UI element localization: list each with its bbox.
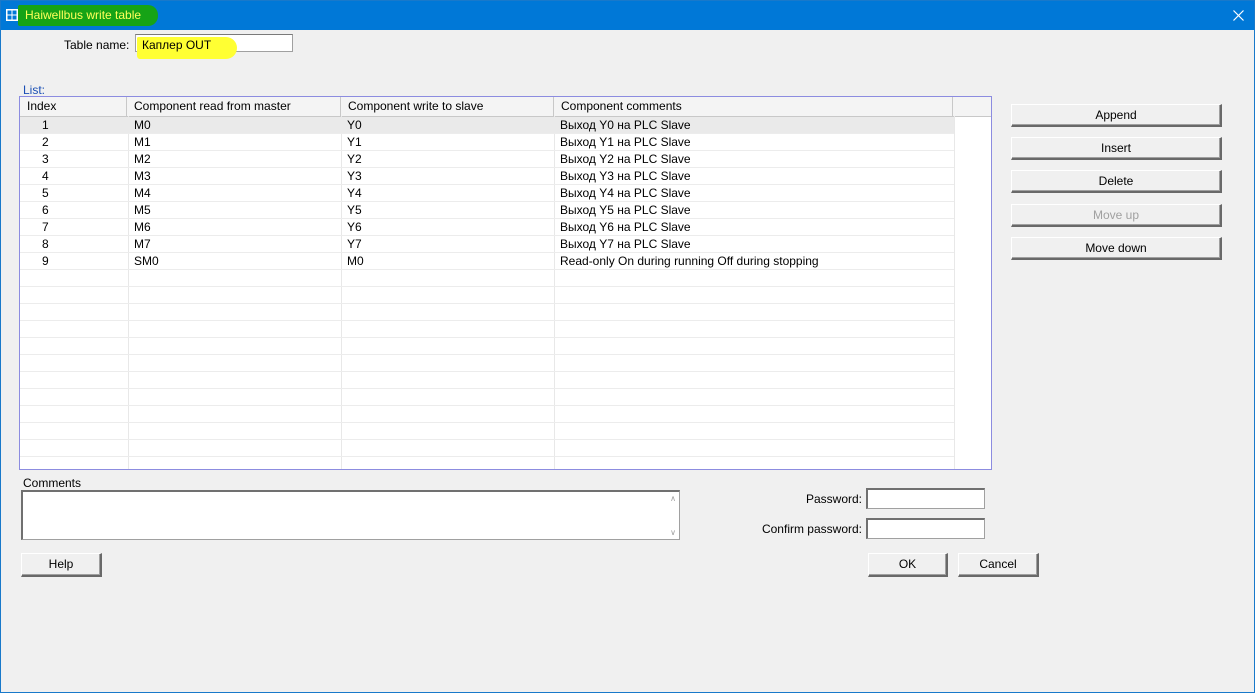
move-down-button-label: Move down xyxy=(1085,241,1147,255)
table-row[interactable]: 4 M3 Y3 Выход Y3 на PLC Slave xyxy=(20,168,954,185)
list-label: List: xyxy=(23,83,46,97)
cell-read: M2 xyxy=(134,152,151,166)
cell-write: Y0 xyxy=(347,118,362,132)
table-row[interactable]: 2 M1 Y1 Выход Y1 на PLC Slave xyxy=(20,134,954,151)
cancel-button-label: Cancel xyxy=(979,557,1017,571)
cell-comment: Выход Y2 на PLC Slave xyxy=(560,152,691,166)
table-name-value: Каплер OUT xyxy=(142,38,212,52)
insert-button-label: Insert xyxy=(1100,141,1131,155)
column-header-filler xyxy=(953,97,991,116)
cell-read: M3 xyxy=(134,169,151,183)
cell-comment: Read-only On during running Off during s… xyxy=(560,254,819,268)
cell-write: M0 xyxy=(347,254,364,268)
empty-table-row[interactable] xyxy=(20,304,954,321)
table-row[interactable]: 8 M7 Y7 Выход Y7 на PLC Slave xyxy=(20,236,954,253)
move-down-button[interactable]: Move down xyxy=(1011,237,1222,260)
cell-comment: Выход Y3 на PLC Slave xyxy=(560,169,691,183)
cell-index: 2 xyxy=(42,135,49,149)
move-up-button-label: Move up xyxy=(1092,208,1140,222)
cell-read: M4 xyxy=(134,186,151,200)
table-row[interactable]: 1 M0 Y0 Выход Y0 на PLC Slave xyxy=(20,117,954,134)
append-button-label: Append xyxy=(1095,108,1137,122)
title-bar: Haiwellbus write table xyxy=(0,0,1255,30)
cell-comment: Выход Y7 на PLC Slave xyxy=(560,237,691,251)
empty-table-row[interactable] xyxy=(20,440,954,457)
cell-index: 8 xyxy=(42,237,49,251)
cancel-button[interactable]: Cancel xyxy=(958,553,1039,577)
table-row[interactable]: 3 M2 Y2 Выход Y2 на PLC Slave xyxy=(20,151,954,168)
confirm-password-label: Confirm password: xyxy=(761,522,862,536)
cell-read: SM0 xyxy=(134,254,159,268)
cell-write: Y3 xyxy=(347,169,362,183)
insert-button[interactable]: Insert xyxy=(1011,137,1222,160)
password-label: Password: xyxy=(805,492,862,506)
table-name-label: Table name: xyxy=(64,38,130,52)
empty-table-row[interactable] xyxy=(20,321,954,338)
cell-comment: Выход Y5 на PLC Slave xyxy=(560,203,691,217)
cell-index: 6 xyxy=(42,203,49,217)
ok-button[interactable]: OK xyxy=(868,553,948,577)
column-header-write[interactable]: Component write to slave xyxy=(341,97,554,116)
append-button[interactable]: Append xyxy=(1011,104,1222,127)
cell-write: Y7 xyxy=(347,237,362,251)
password-field[interactable] xyxy=(866,488,985,509)
app-icon xyxy=(6,9,18,21)
ok-button-label: OK xyxy=(898,557,917,571)
empty-table-row[interactable] xyxy=(20,270,954,287)
cell-comment: Выход Y4 на PLC Slave xyxy=(560,186,691,200)
delete-button[interactable]: Delete xyxy=(1011,170,1222,193)
cell-write: Y1 xyxy=(347,135,362,149)
confirm-password-field[interactable] xyxy=(866,518,985,539)
empty-table-row[interactable] xyxy=(20,338,954,355)
empty-table-row[interactable] xyxy=(20,423,954,440)
empty-table-row[interactable] xyxy=(20,457,954,469)
table-row[interactable]: 9 SM0 M0 Read-only On during running Off du… xyxy=(20,253,954,270)
cell-read: M7 xyxy=(134,237,151,251)
column-divider xyxy=(954,116,955,469)
cell-read: M0 xyxy=(134,118,151,132)
scroll-down-icon[interactable]: ∨ xyxy=(670,528,676,537)
cell-write: Y4 xyxy=(347,186,362,200)
empty-table-row[interactable] xyxy=(20,372,954,389)
empty-table-row[interactable] xyxy=(20,287,954,304)
column-header-comments[interactable]: Component comments xyxy=(554,97,953,116)
close-button[interactable] xyxy=(1221,0,1255,30)
cell-index: 1 xyxy=(42,118,49,132)
comments-textarea[interactable]: ∧ ∨ xyxy=(21,490,680,540)
cell-write: Y2 xyxy=(347,152,362,166)
comments-label: Comments xyxy=(23,476,82,490)
empty-table-row[interactable] xyxy=(20,406,954,423)
cell-write: Y5 xyxy=(347,203,362,217)
cell-comment: Выход Y0 на PLC Slave xyxy=(560,118,691,132)
cell-index: 5 xyxy=(42,186,49,200)
table-row[interactable]: 5 M4 Y4 Выход Y4 на PLC Slave xyxy=(20,185,954,202)
cell-index: 9 xyxy=(42,254,49,268)
empty-table-row[interactable] xyxy=(20,355,954,372)
cell-comment: Выход Y6 на PLC Slave xyxy=(560,220,691,234)
components-table[interactable]: Index Component read from master Compone… xyxy=(19,96,992,470)
scroll-up-icon[interactable]: ∧ xyxy=(670,494,676,503)
column-header-read[interactable]: Component read from master xyxy=(127,97,341,116)
move-up-button[interactable]: Move up xyxy=(1011,204,1222,227)
cell-write: Y6 xyxy=(347,220,362,234)
column-header-index[interactable]: Index xyxy=(20,97,127,116)
help-button-label: Help xyxy=(48,557,74,571)
empty-table-row[interactable] xyxy=(20,389,954,406)
cell-index: 3 xyxy=(42,152,49,166)
cell-index: 7 xyxy=(42,220,49,234)
cell-index: 4 xyxy=(42,169,49,183)
table-row[interactable]: 7 M6 Y6 Выход Y6 на PLC Slave xyxy=(20,219,954,236)
delete-button-label: Delete xyxy=(1098,174,1134,188)
cell-comment: Выход Y1 на PLC Slave xyxy=(560,135,691,149)
cell-read: M1 xyxy=(134,135,151,149)
cell-read: M5 xyxy=(134,203,151,217)
close-icon xyxy=(1232,9,1244,21)
window-title: Haiwellbus write table xyxy=(25,8,142,22)
table-row[interactable]: 6 M5 Y5 Выход Y5 на PLC Slave xyxy=(20,202,954,219)
cell-read: M6 xyxy=(134,220,151,234)
table-header: Index Component read from master Compone… xyxy=(20,97,991,117)
help-button[interactable]: Help xyxy=(21,553,102,577)
